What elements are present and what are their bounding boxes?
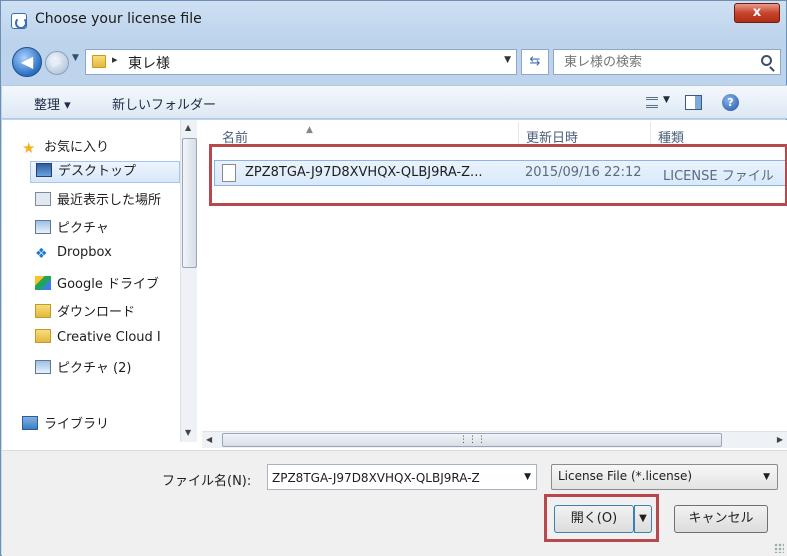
filetype-select[interactable]: License File (*.license) ▼ (551, 464, 778, 490)
preview-pane-icon[interactable] (685, 95, 702, 110)
folder-icon (92, 55, 106, 68)
refresh-button[interactable]: ⇆ (521, 49, 549, 75)
help-icon[interactable]: ? (722, 94, 739, 111)
star-icon: ★ (22, 139, 36, 157)
filename-input[interactable] (272, 469, 516, 487)
nav-item-libraries[interactable]: ライブラリ (22, 413, 179, 435)
filetype-value: License File (*.license) (558, 469, 693, 483)
view-options-dropdown-icon[interactable]: ▼ (663, 95, 670, 105)
nav-item-label: Dropbox (57, 245, 112, 260)
nav-item-creative-cloud[interactable]: Creative Cloud I (35, 329, 180, 351)
folder-icon (35, 329, 51, 343)
column-divider[interactable] (650, 122, 651, 144)
filename-label: ファイル名(N): (162, 474, 252, 489)
nav-item-label: Creative Cloud I (57, 330, 161, 345)
command-bar: 整理 ▾ 新しいフォルダー ▼ ? (2, 85, 787, 119)
search-box[interactable] (553, 49, 781, 75)
filename-dropdown-icon[interactable]: ▼ (524, 472, 531, 482)
nav-item-label: お気に入り (44, 140, 110, 155)
breadcrumb-current-folder[interactable]: 東レ様 (128, 53, 170, 73)
filename-combobox[interactable]: ▼ (267, 464, 537, 490)
nav-pane-scrollbar[interactable]: ▲ ▼ (180, 120, 197, 442)
scroll-right-icon[interactable]: ▶ (777, 435, 783, 444)
downloads-icon (35, 304, 51, 318)
nav-item-label: ダウンロード (57, 305, 136, 320)
file-list-scrollbar[interactable]: ◀ ⋮⋮⋮ ▶ (202, 431, 787, 448)
pictures-icon (35, 220, 51, 234)
scroll-up-icon[interactable]: ▲ (185, 123, 191, 132)
recent-places-icon (35, 192, 51, 206)
column-divider[interactable] (518, 122, 519, 144)
nav-item-label: 最近表示した場所 (57, 193, 162, 208)
nav-item-downloads[interactable]: ダウンロード (35, 301, 180, 323)
pictures-icon (35, 360, 51, 374)
recent-locations-dropdown-icon[interactable]: ▼ (72, 53, 79, 63)
highlight-box-file (209, 144, 787, 206)
window-title: Choose your license file (35, 11, 202, 27)
search-icon[interactable] (761, 55, 772, 66)
app-icon (11, 13, 27, 29)
search-input[interactable] (564, 53, 744, 71)
sort-ascending-icon: ▲ (306, 125, 313, 135)
nav-item-favorites[interactable]: ★ お気に入り (22, 136, 179, 158)
address-bar[interactable]: ▸ 東レ様 ▼ (85, 49, 517, 75)
close-button[interactable]: x (734, 3, 780, 23)
google-drive-icon (35, 276, 51, 290)
library-icon (22, 416, 38, 430)
scroll-left-icon[interactable]: ◀ (206, 435, 212, 444)
nav-item-label: Google ドライブ (57, 277, 159, 292)
grip-icon: ⋮⋮⋮ (459, 435, 486, 445)
new-folder-button[interactable]: 新しいフォルダー (112, 94, 216, 113)
nav-item-label: ピクチャ (2) (57, 361, 132, 376)
dialog-footer: ファイル名(N): ▼ License File (*.license) ▼ 開… (2, 450, 787, 556)
organize-button[interactable]: 整理 ▾ (34, 94, 71, 113)
navigation-pane: ★ お気に入り デスクトップ 最近表示した場所 ピクチャ ❖ Dropbox Goo… (2, 120, 198, 450)
nav-item-label: ライブラリ (44, 417, 110, 432)
nav-item-pictures[interactable]: ピクチャ (35, 217, 180, 239)
open-file-dialog: Choose your license file x ◀ ▶ ▼ ▸ 東レ様 ▼… (0, 0, 787, 556)
scrollbar-thumb[interactable]: ⋮⋮⋮ (222, 433, 722, 447)
forward-button[interactable]: ▶ (45, 51, 69, 75)
nav-item-recent-places[interactable]: 最近表示した場所 (35, 189, 180, 211)
title-bar: Choose your license file x (1, 1, 787, 39)
nav-item-google-drive[interactable]: Google ドライブ (35, 273, 180, 295)
nav-item-desktop[interactable]: デスクトップ (30, 161, 180, 183)
nav-item-pictures-2[interactable]: ピクチャ (2) (35, 357, 180, 379)
breadcrumb-separator[interactable]: ▸ (112, 53, 118, 66)
scrollbar-thumb[interactable] (182, 138, 197, 268)
cancel-button[interactable]: キャンセル (674, 505, 768, 533)
resize-grip-icon[interactable] (774, 543, 784, 553)
nav-item-dropbox[interactable]: ❖ Dropbox (35, 245, 180, 267)
dropbox-icon: ❖ (35, 246, 48, 262)
scroll-down-icon[interactable]: ▼ (185, 428, 191, 437)
nav-item-label: デスクトップ (58, 164, 137, 179)
address-dropdown-icon[interactable]: ▼ (504, 55, 511, 65)
highlight-box-open (544, 494, 659, 542)
filetype-dropdown-icon[interactable]: ▼ (763, 472, 770, 482)
desktop-icon (36, 163, 52, 177)
change-view-icon[interactable] (646, 97, 658, 108)
nav-item-label: ピクチャ (57, 221, 109, 236)
back-button[interactable]: ◀ (12, 47, 42, 77)
